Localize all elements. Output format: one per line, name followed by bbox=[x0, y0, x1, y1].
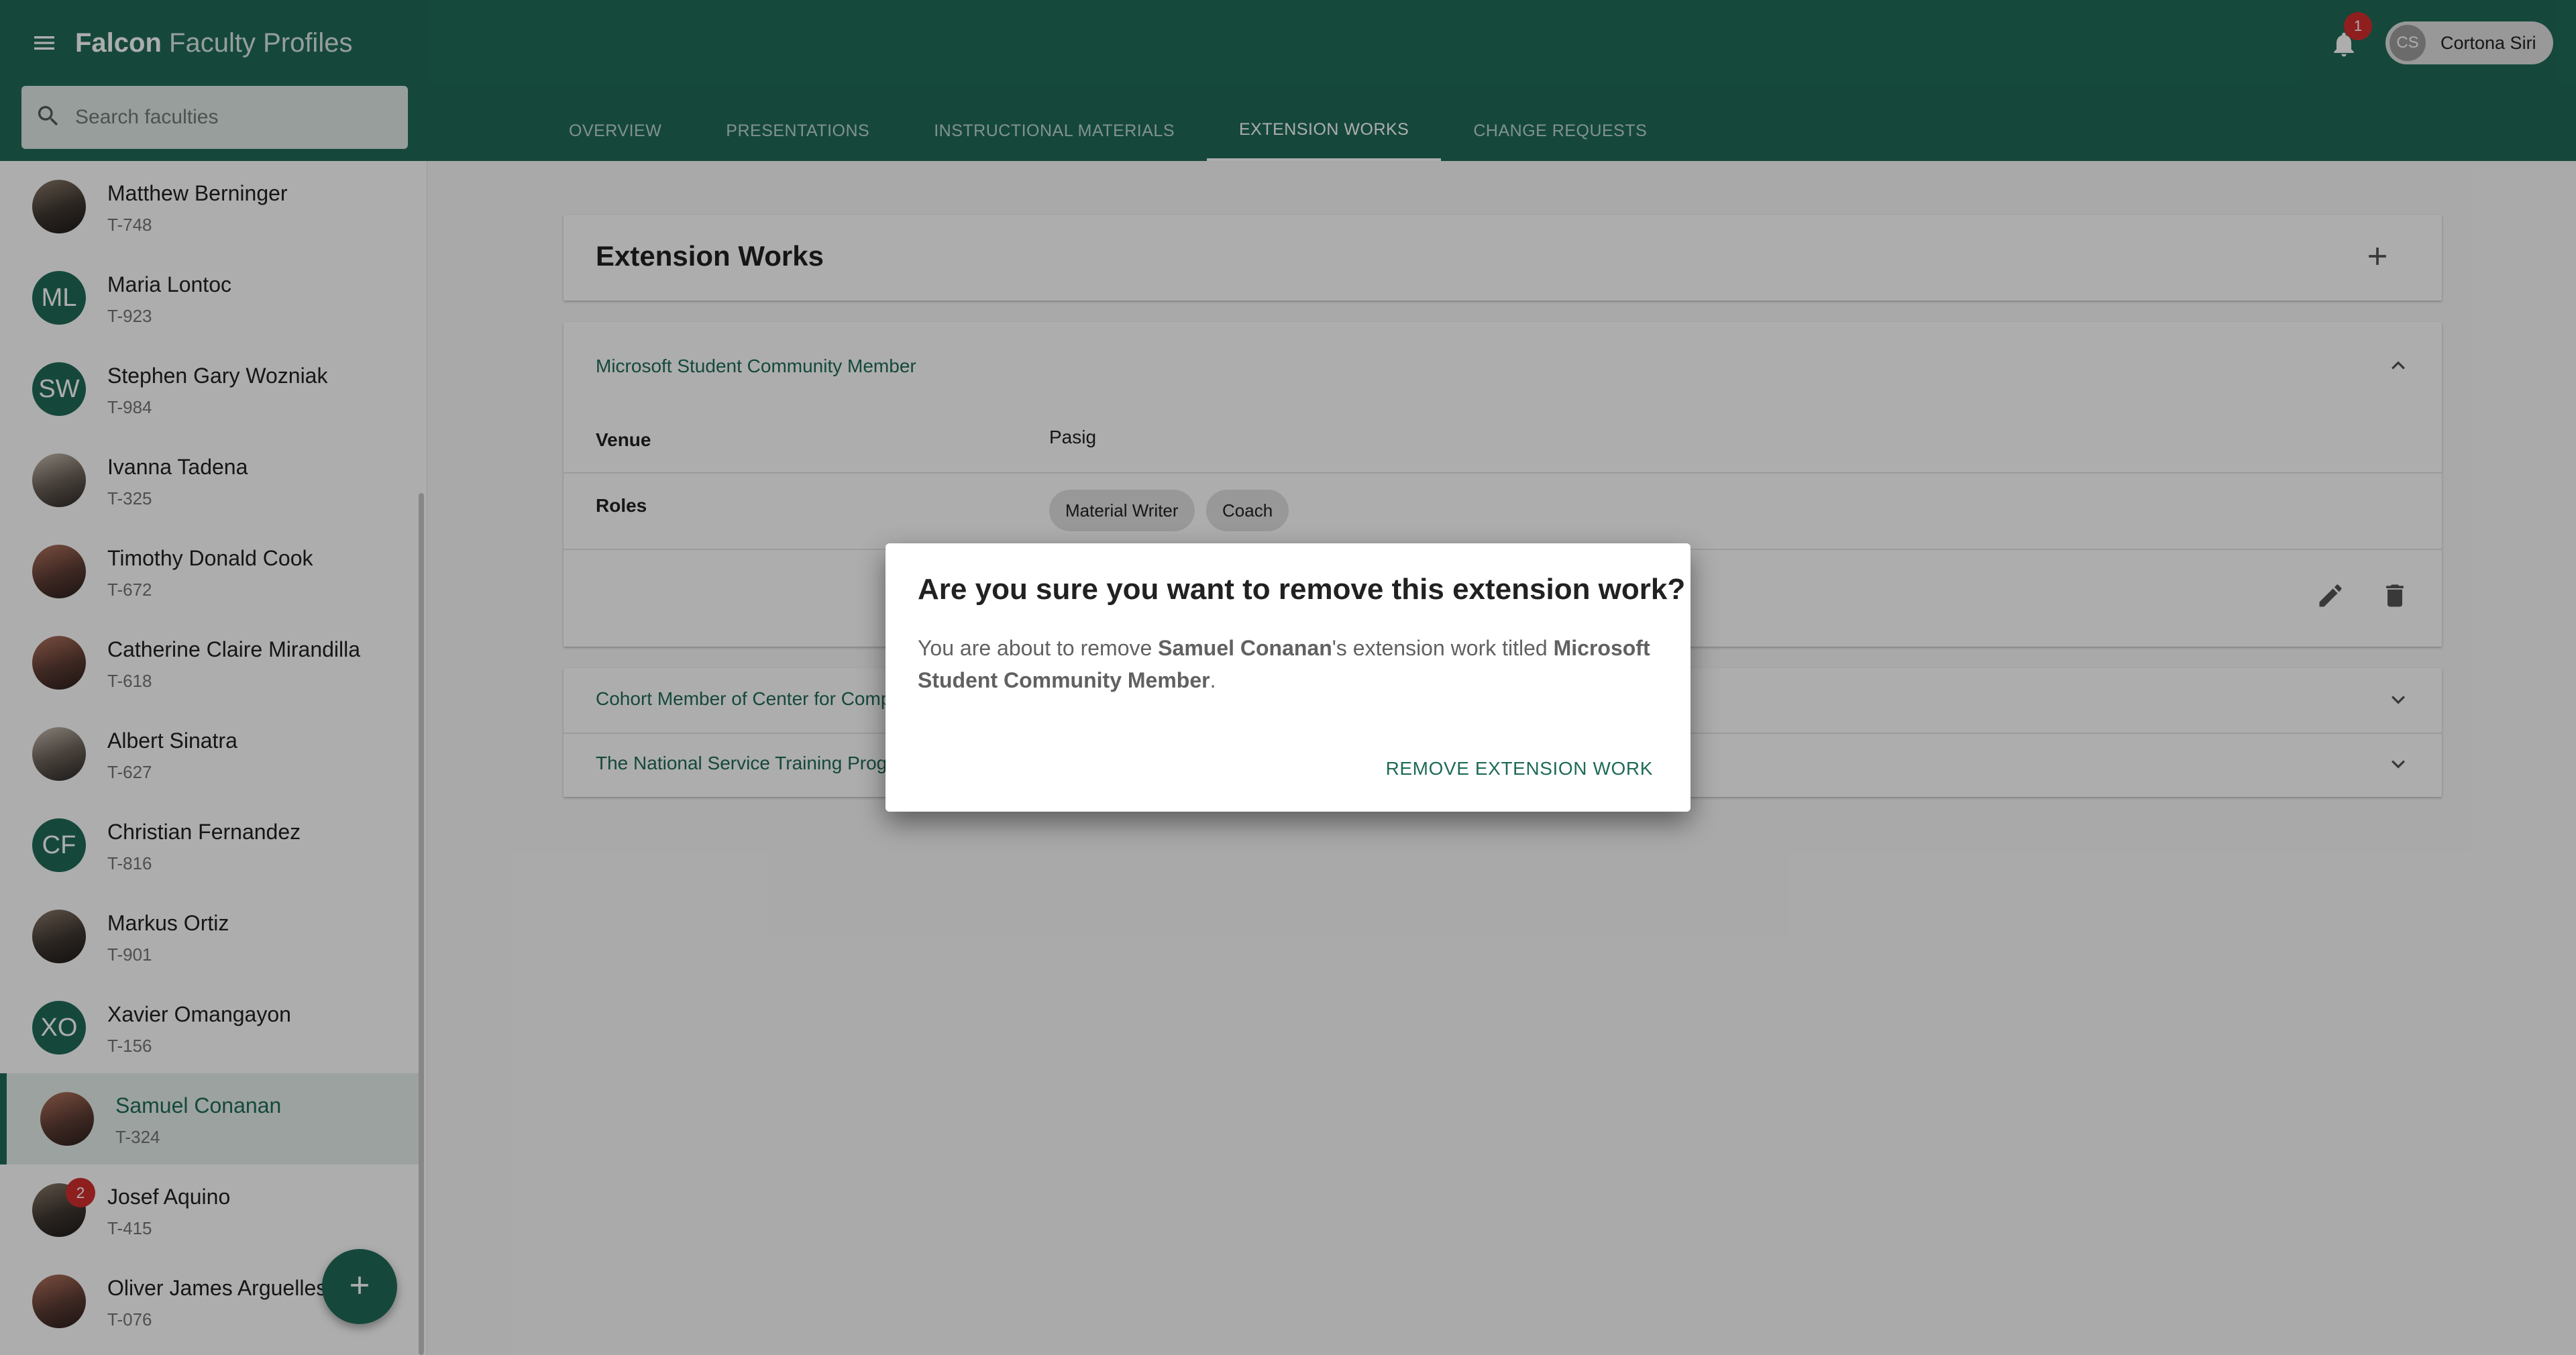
dialog-title: Are you sure you want to remove this ext… bbox=[918, 573, 1686, 606]
remove-extension-work-button[interactable]: REMOVE EXTENSION WORK bbox=[1386, 758, 1653, 779]
message-text: . bbox=[1210, 668, 1216, 692]
message-text: You are about to remove bbox=[918, 636, 1159, 660]
confirm-remove-dialog: Are you sure you want to remove this ext… bbox=[885, 543, 1690, 812]
dialog-message: You are about to remove Samuel Conanan's… bbox=[918, 632, 1662, 696]
message-text: 's extension work titled bbox=[1332, 636, 1554, 660]
faculty-name-emphasis: Samuel Conanan bbox=[1158, 636, 1332, 660]
